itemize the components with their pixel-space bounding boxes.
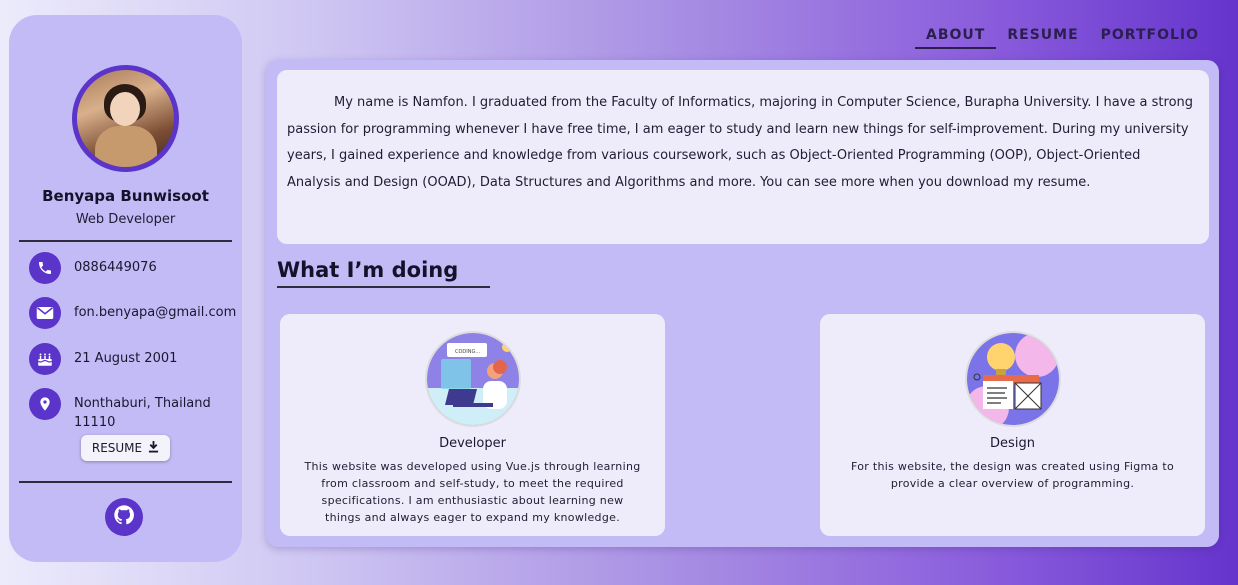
coding-label: CODING... [455, 349, 481, 355]
profile-role: Web Developer [75, 212, 176, 227]
about-text: My name is Namfon. I graduated from the … [277, 70, 1209, 244]
card-title-developer: Developer [439, 436, 506, 451]
card-desc-design: For this website, the design was created… [850, 460, 1175, 490]
service-card-design: Design For this website, the design was … [820, 314, 1205, 536]
contact-location: Nonthaburi, Thailand 11110 [29, 388, 234, 432]
profile-sidebar: Benyapa Bunwisoot Web Developer 08864490… [9, 15, 242, 562]
profile-name: Benyapa Bunwisoot [42, 187, 209, 205]
service-card-developer: CODING... Developer This website was dev… [280, 314, 665, 536]
card-desc-developer: This website was developed using Vue.js … [304, 460, 641, 524]
top-navigation: ABOUT RESUME PORTFOLIO [915, 27, 1210, 49]
nav-resume[interactable]: RESUME [996, 27, 1089, 49]
email-icon [29, 297, 61, 329]
developer-illustration: CODING... [425, 331, 521, 427]
nav-portfolio[interactable]: PORTFOLIO [1090, 27, 1210, 49]
section-title-doing: What I’m doing [277, 258, 459, 282]
card-title-design: Design [990, 436, 1035, 451]
avatar [72, 65, 179, 172]
about-panel: My name is Namfon. I graduated from the … [266, 60, 1219, 547]
sidebar-divider-bottom [19, 481, 232, 483]
contact-birthday-text: 21 August 2001 [74, 351, 178, 366]
contact-birthday: 21 August 2001 [29, 343, 234, 375]
contact-email: fon.benyapa@gmail.com [29, 297, 237, 329]
location-pin-icon [29, 388, 61, 420]
resume-button-label: RESUME [91, 441, 143, 455]
resume-download-button[interactable]: RESUME [81, 435, 170, 461]
contact-location-text: Nonthaburi, Thailand 11110 [74, 396, 211, 430]
github-link[interactable] [105, 498, 143, 536]
section-title-underline [277, 286, 490, 288]
birthday-cake-icon [29, 343, 61, 375]
github-icon [113, 504, 135, 530]
contact-phone: 0886449076 [29, 252, 234, 284]
contact-phone-text: 0886449076 [74, 260, 157, 275]
design-illustration [965, 331, 1061, 427]
sidebar-divider-top [19, 240, 232, 242]
phone-icon [29, 252, 61, 284]
nav-about[interactable]: ABOUT [915, 27, 997, 49]
contact-email-text: fon.benyapa@gmail.com [74, 305, 237, 320]
download-icon [148, 440, 159, 456]
